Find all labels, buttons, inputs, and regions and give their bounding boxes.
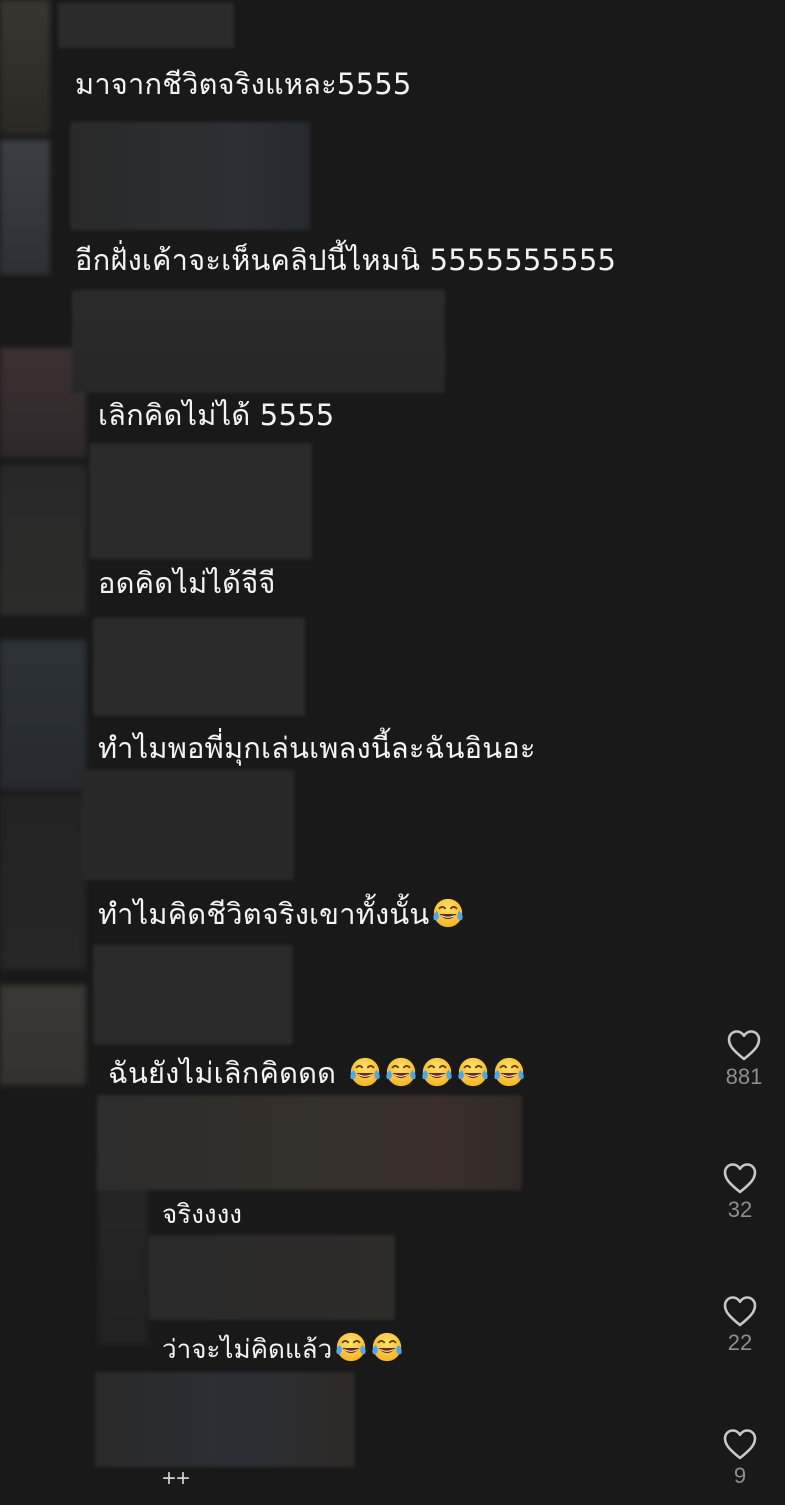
username-redacted[interactable] [82, 770, 294, 880]
username-redacted[interactable] [93, 945, 293, 1045]
comment-text: ทำไมคิดชีวิตจริงเขาทั้งนั้น [98, 896, 465, 932]
reply-text: จริงงงง [162, 1200, 242, 1230]
username-redacted[interactable] [97, 1095, 522, 1190]
avatar[interactable] [98, 1165, 148, 1345]
face-with-tears-of-joy-icon [385, 1057, 416, 1087]
face-with-tears-of-joy-icon [336, 1332, 366, 1362]
comment-text: มาจากชีวิตจริงแหละ5555 [75, 67, 412, 101]
username-redacted[interactable] [148, 1235, 395, 1320]
heart-icon [723, 1296, 757, 1327]
username-redacted[interactable] [58, 3, 234, 48]
like-count: 9 [733, 1463, 747, 1488]
like-button[interactable]: 9 [710, 1427, 770, 1489]
like-count: 22 [727, 1330, 753, 1355]
comment-text: อดคิดไม่ได้จีจี [98, 566, 276, 600]
avatar[interactable] [0, 985, 86, 1085]
comment-text: ฉันยังไม่เลิกคิดดด [108, 1055, 526, 1091]
avatar[interactable] [0, 0, 50, 135]
username-redacted[interactable] [95, 1372, 355, 1467]
face-with-tears-of-joy-icon [493, 1057, 524, 1087]
avatar[interactable] [0, 795, 86, 970]
comment-text: เลิกคิดไม่ได้ 5555 [98, 398, 335, 432]
heart-icon [727, 1030, 761, 1061]
view-more-replies-button[interactable]: ++ [162, 1465, 190, 1493]
username-redacted[interactable] [72, 290, 445, 393]
face-with-tears-of-joy-icon [372, 1332, 402, 1362]
like-count: 32 [727, 1197, 753, 1222]
username-redacted[interactable] [93, 618, 305, 716]
avatar[interactable] [0, 465, 86, 615]
reply-text: ว่าจะไม่คิดแล้ว [162, 1330, 404, 1366]
face-with-tears-of-joy-icon [433, 898, 464, 928]
comment-text: ทำไมพอพี่มุกเล่นเพลงนี้ละฉันอินอะ [98, 731, 536, 765]
face-with-tears-of-joy-icon [421, 1057, 452, 1087]
face-with-tears-of-joy-icon [349, 1057, 380, 1087]
username-redacted[interactable] [89, 443, 312, 559]
like-button[interactable]: 22 [710, 1294, 770, 1356]
heart-icon [723, 1163, 757, 1194]
avatar[interactable] [0, 140, 50, 275]
like-count: 881 [725, 1064, 763, 1089]
like-button[interactable]: 881 [714, 1028, 774, 1090]
avatar[interactable] [0, 640, 86, 790]
comment-text: อีกฝั่งเค้าจะเห็นคลิปนี้ไหมนิ 5555555555 [75, 243, 617, 277]
heart-icon [723, 1429, 757, 1460]
face-with-tears-of-joy-icon [457, 1057, 488, 1087]
like-button[interactable]: 32 [710, 1161, 770, 1223]
username-redacted[interactable] [70, 122, 310, 230]
